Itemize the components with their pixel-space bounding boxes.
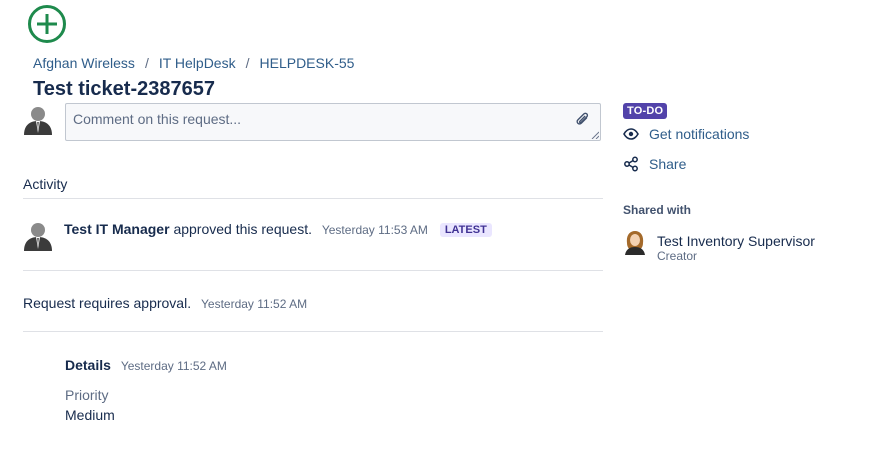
share-button[interactable]: Share — [623, 156, 686, 172]
activity-timestamp: Yesterday 11:52 AM — [201, 297, 308, 311]
breadcrumb-separator: / — [144, 55, 149, 71]
details-header: Details Yesterday 11:52 AM — [65, 357, 227, 373]
shared-user-role: Creator — [657, 249, 698, 263]
activity-entry-requires-approval: Request requires approval. Yesterday 11:… — [23, 295, 307, 311]
priority-label: Priority — [65, 387, 109, 403]
divider — [23, 198, 603, 199]
divider — [23, 331, 603, 332]
details-timestamp: Yesterday 11:52 AM — [120, 359, 227, 373]
activity-action-text: approved this request. — [173, 221, 312, 237]
activity-heading: Activity — [23, 176, 68, 192]
comment-input[interactable] — [71, 110, 565, 128]
breadcrumb: Afghan Wireless / IT HelpDesk / HELPDESK-55 — [33, 55, 354, 71]
paperclip-icon[interactable] — [576, 111, 590, 127]
priority-value: Medium — [65, 407, 115, 423]
eye-icon — [623, 128, 639, 140]
share-label: Share — [649, 156, 687, 172]
logo-plus-circle-icon[interactable] — [27, 4, 67, 44]
breadcrumb-link-service-desk[interactable]: IT HelpDesk — [159, 55, 236, 71]
page-title: Test ticket-2387657 — [33, 78, 215, 100]
latest-badge: LATEST — [439, 223, 492, 237]
approver-avatar — [24, 223, 52, 251]
breadcrumb-link-organization[interactable]: Afghan Wireless — [33, 55, 135, 71]
resize-handle-icon[interactable] — [591, 131, 599, 139]
share-icon — [624, 156, 638, 172]
activity-user-name[interactable]: Test IT Manager — [64, 221, 170, 237]
get-notifications-button[interactable]: Get notifications — [623, 126, 749, 142]
details-label: Details — [65, 357, 111, 373]
current-user-avatar — [24, 107, 52, 135]
activity-timestamp: Yesterday 11:53 AM — [321, 223, 428, 237]
shared-user-avatar — [625, 231, 645, 255]
activity-entry-approval: Test IT Manager approved this request. Y… — [64, 221, 492, 237]
shared-with-heading: Shared with — [623, 203, 692, 217]
shared-user-name[interactable]: Test Inventory Supervisor — [657, 233, 815, 249]
breadcrumb-link-issue-key[interactable]: HELPDESK-55 — [260, 55, 355, 71]
divider — [23, 270, 603, 271]
status-badge: TO-DO — [623, 103, 668, 119]
breadcrumb-separator: / — [245, 55, 250, 71]
activity-status-text: Request requires approval. — [23, 295, 192, 311]
get-notifications-label: Get notifications — [649, 126, 750, 142]
comment-box[interactable] — [65, 103, 601, 141]
